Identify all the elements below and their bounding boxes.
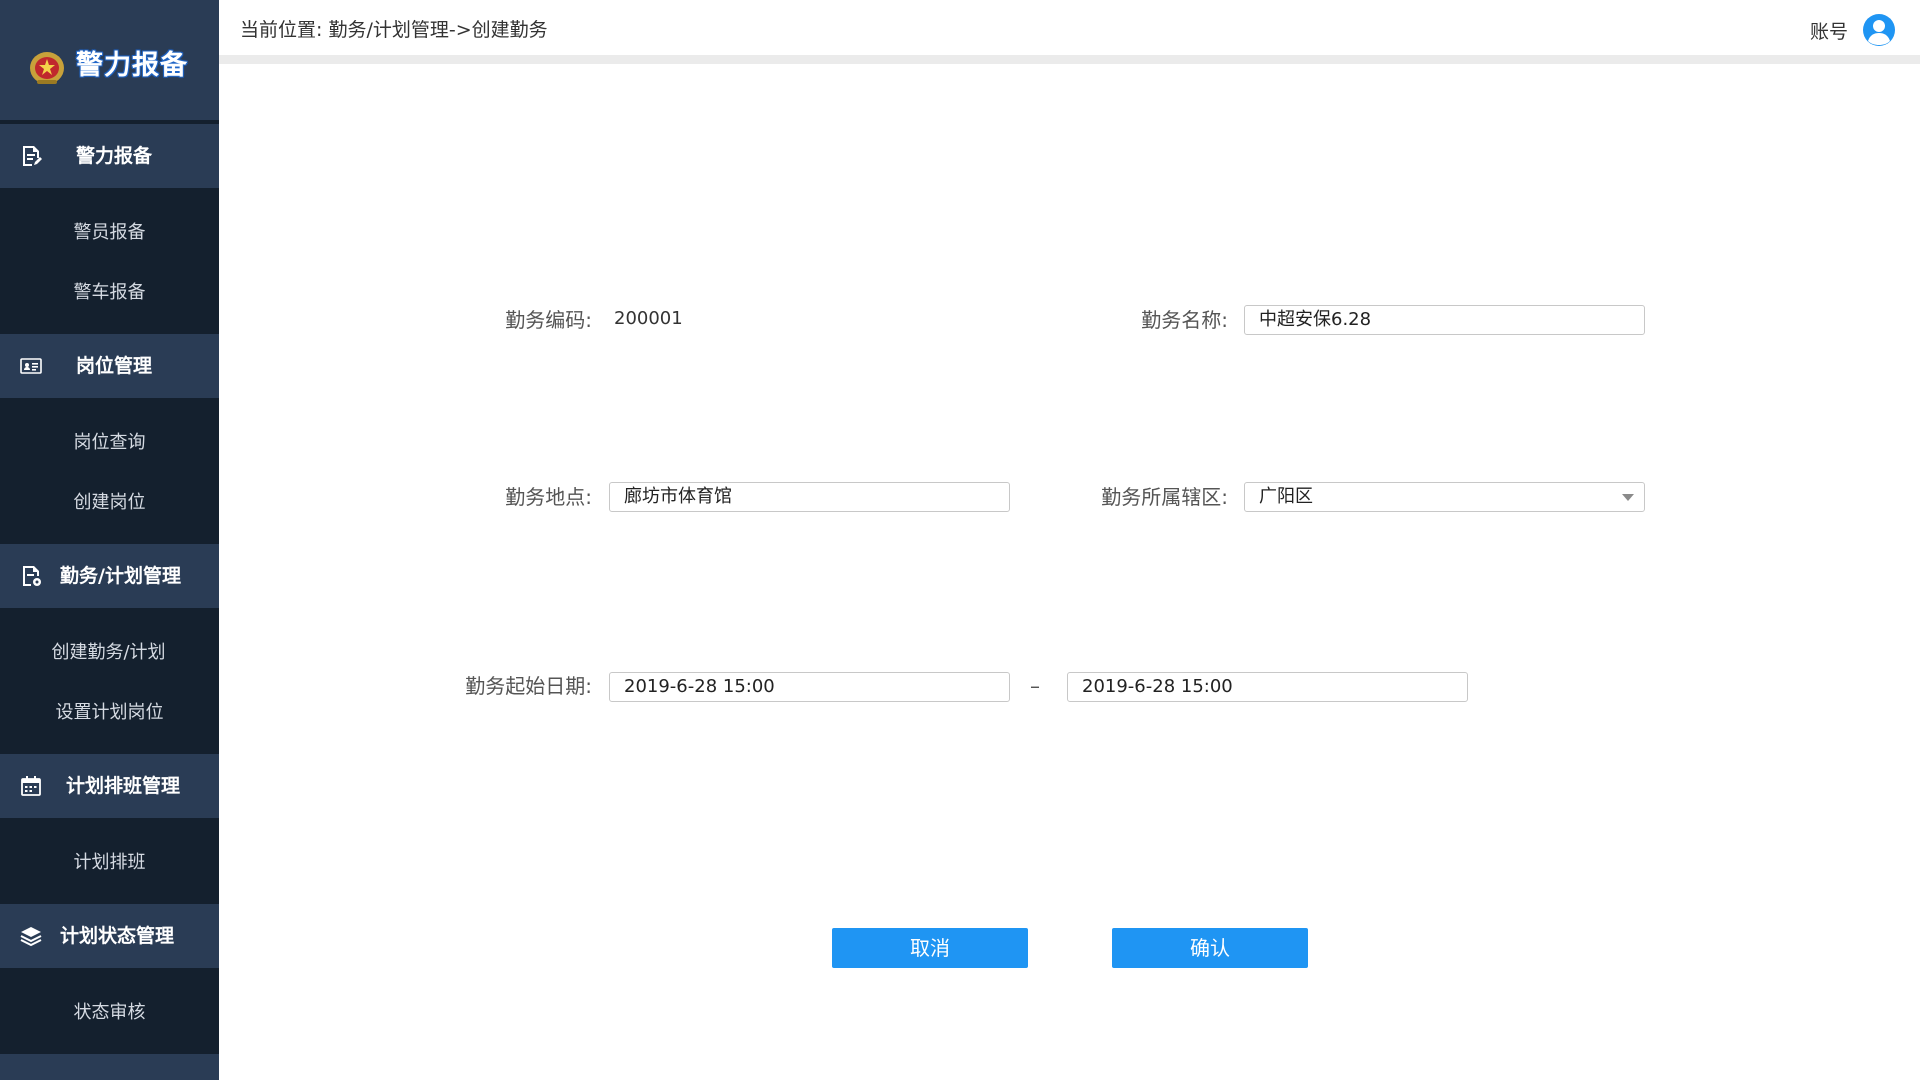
duty-code-value: 200001	[614, 308, 683, 329]
user-avatar-icon[interactable]	[1862, 13, 1896, 47]
account-label: 账号	[1809, 20, 1848, 43]
sidebar-item-label: 创建勤务/计划	[51, 642, 166, 663]
start-date-input[interactable]: 2019-6-28 15:00	[609, 672, 1010, 702]
sidebar-group-post-management[interactable]: 岗位管理	[0, 334, 219, 398]
sidebar-item-create-duty-plan[interactable]: 创建勤务/计划	[0, 623, 219, 683]
sidebar-item-status-review[interactable]: 状态审核	[0, 983, 219, 1043]
sidebar-group-status-management[interactable]: 计划状态管理	[0, 904, 219, 968]
document-edit-icon	[23, 146, 42, 166]
app-logo: 警力报备	[0, 0, 219, 120]
sidebar-item-label: 状态审核	[73, 1002, 146, 1023]
breadcrumb: 当前位置: 勤务/计划管理->创建勤务	[240, 19, 548, 41]
calendar-icon	[21, 776, 41, 796]
duty-location-label: 勤务地点:	[505, 485, 592, 509]
sidebar-group-schedule-management[interactable]: 计划排班管理	[0, 754, 219, 818]
sidebar-group-label: 计划状态管理	[60, 925, 175, 947]
police-emblem-icon	[30, 52, 64, 84]
confirm-button[interactable]: 确认	[1112, 928, 1308, 968]
sidebar-item-label: 计划排班	[73, 852, 146, 873]
document-settings-icon	[23, 566, 41, 586]
id-card-icon	[20, 358, 42, 374]
sidebar-item-set-plan-post[interactable]: 设置计划岗位	[0, 683, 219, 743]
sidebar-group-label: 勤务/计划管理	[60, 565, 181, 587]
sidebar-item-label: 设置计划岗位	[55, 702, 164, 723]
layers-icon	[20, 927, 42, 947]
sidebar: 警力报备 警力报备 警员报备 警车报备 岗位管理 岗位查询 创建岗位 勤务/计划…	[0, 0, 219, 1080]
sidebar-item-label: 岗位查询	[73, 432, 146, 453]
end-date-input[interactable]: 2019-6-28 15:00	[1067, 672, 1468, 702]
sidebar-item-vehicle-report[interactable]: 警车报备	[0, 263, 219, 323]
account-menu[interactable]: 账号	[1810, 12, 1896, 48]
sidebar-item-label: 创建岗位	[73, 492, 146, 513]
chevron-down-icon[interactable]	[1622, 494, 1634, 501]
cancel-button[interactable]: 取消	[832, 928, 1028, 968]
duty-district-select[interactable]: 广阳区	[1244, 482, 1645, 512]
sidebar-group-label: 岗位管理	[76, 355, 153, 377]
duty-district-label: 勤务所属辖区:	[1101, 485, 1228, 509]
sidebar-item-label: 警车报备	[73, 282, 146, 303]
duty-location-input[interactable]: 廊坊市体育馆	[609, 482, 1010, 512]
sidebar-item-plan-scheduling[interactable]: 计划排班	[0, 833, 219, 893]
sidebar-item-label: 警员报备	[73, 222, 146, 243]
app-title: 警力报备	[76, 50, 188, 81]
sidebar-group-label: 警力报备	[76, 145, 153, 167]
sidebar-group-police-report[interactable]: 警力报备	[0, 124, 219, 188]
duty-name-label: 勤务名称:	[1141, 308, 1228, 332]
sidebar-item-create-post[interactable]: 创建岗位	[0, 473, 219, 533]
duty-code-label: 勤务编码:	[505, 308, 592, 332]
sidebar-group-duty-plan-management[interactable]: 勤务/计划管理	[0, 544, 219, 608]
sidebar-group-label: 计划排班管理	[66, 775, 181, 797]
sidebar-group-partial	[0, 1054, 219, 1080]
header-divider	[219, 55, 1920, 64]
sidebar-item-officer-report[interactable]: 警员报备	[0, 203, 219, 263]
top-header: 当前位置: 勤务/计划管理->创建勤务 账号	[219, 0, 1920, 55]
duty-district-value: 广阳区	[1259, 486, 1313, 507]
date-range-separator: –	[1030, 674, 1040, 698]
duty-name-input[interactable]: 中超安保6.28	[1244, 305, 1645, 335]
duty-date-label: 勤务起始日期:	[465, 674, 592, 698]
sidebar-item-post-query[interactable]: 岗位查询	[0, 413, 219, 473]
